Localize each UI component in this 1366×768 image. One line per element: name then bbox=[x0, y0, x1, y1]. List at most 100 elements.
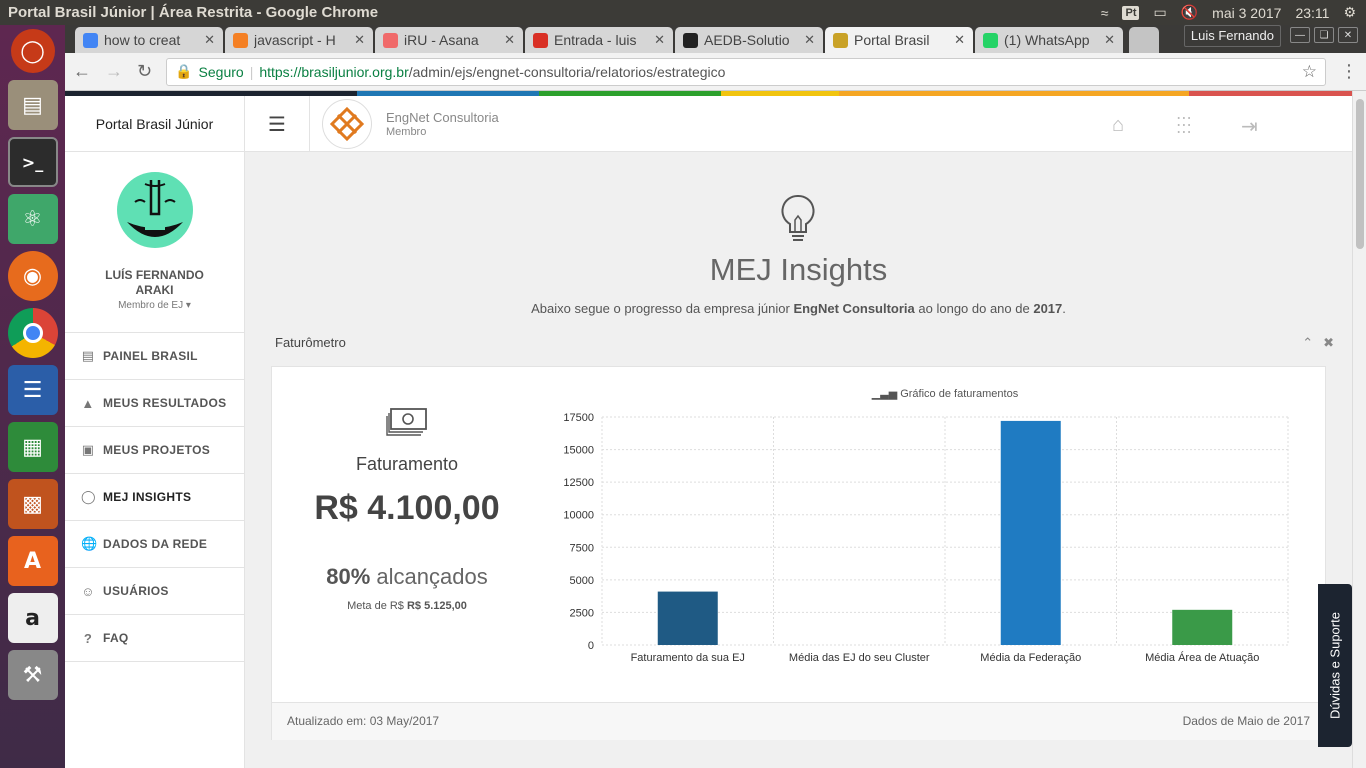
tab-close-icon[interactable]: ✕ bbox=[654, 32, 665, 48]
menu-kebab-icon[interactable]: ⋮ bbox=[1340, 61, 1358, 82]
time-label[interactable]: 23:11 bbox=[1295, 5, 1329, 21]
volume-muted-icon[interactable]: 🔇 bbox=[1181, 4, 1198, 21]
sidebar: Portal Brasil Júnior LUÍS FERNANDO ARAKI… bbox=[65, 96, 245, 768]
profile-button[interactable]: Luis Fernando bbox=[1183, 25, 1281, 47]
date-label[interactable]: mai 3 2017 bbox=[1212, 5, 1281, 21]
tab-close-icon[interactable]: ✕ bbox=[354, 32, 365, 48]
tab-close-icon[interactable]: ✕ bbox=[804, 32, 815, 48]
wifi-icon[interactable]: ≈ bbox=[1101, 5, 1109, 21]
calc-icon[interactable]: ▦ bbox=[7, 422, 58, 472]
browser-tab[interactable]: AEDB-Solutio ✕ bbox=[675, 27, 823, 53]
keyboard-language-indicator[interactable]: Pt bbox=[1122, 5, 1140, 20]
stackoverflow-icon bbox=[233, 32, 248, 48]
panel-title: Faturômetro bbox=[275, 335, 346, 350]
sidebar-item-meus-resultados[interactable]: ▲ MEUS RESULTADOS bbox=[65, 380, 244, 427]
tab-close-icon[interactable]: ✕ bbox=[204, 32, 215, 48]
os-top-bar: Portal Brasil Júnior | Área Restrita - G… bbox=[0, 0, 1366, 25]
y-tick-label: 7500 bbox=[570, 542, 594, 554]
hamburger-menu-icon[interactable]: ☰ bbox=[245, 96, 310, 152]
atom-icon[interactable]: ⚛ bbox=[7, 194, 58, 244]
money-icon bbox=[272, 407, 542, 440]
battery-icon[interactable]: ▭ bbox=[1153, 4, 1166, 21]
tab-close-icon[interactable]: ✕ bbox=[504, 32, 515, 48]
panel-close-icon[interactable]: ✖ bbox=[1323, 335, 1334, 351]
terminal-icon[interactable]: >_ bbox=[7, 137, 58, 187]
amazon-icon[interactable]: a bbox=[7, 593, 58, 643]
sidebar-item-label: MEUS PROJETOS bbox=[103, 443, 211, 457]
rocket-icon: ▲ bbox=[81, 395, 95, 411]
files-icon[interactable]: ▤ bbox=[7, 80, 58, 130]
y-tick-label: 0 bbox=[588, 640, 594, 652]
omnibox[interactable]: 🔒 Seguro | https://brasiljunior.org.br/a… bbox=[166, 57, 1326, 86]
user-box: LUÍS FERNANDO ARAKI Membro de EJ ▾ bbox=[65, 152, 244, 333]
x-tick-label: Faturamento da sua EJ bbox=[631, 652, 745, 664]
page-subtitle: Abaixo segue o progresso da empresa júni… bbox=[531, 301, 1066, 316]
sidebar-item-label: USUÁRIOS bbox=[103, 584, 169, 598]
sidebar-item-meus-projetos[interactable]: ▣ MEUS PROJETOS bbox=[65, 427, 244, 474]
apps-grid-icon[interactable]: ⋯ ⋯ ⋯ bbox=[1176, 111, 1192, 141]
whatsapp-icon bbox=[983, 32, 998, 48]
page-scrollbar[interactable] bbox=[1352, 91, 1366, 768]
software-center-icon[interactable]: A bbox=[7, 536, 58, 586]
sidebar-item-label: FAQ bbox=[103, 631, 129, 645]
settings-icon[interactable]: ⚒ bbox=[7, 650, 58, 700]
home-icon[interactable]: ⌂ bbox=[1112, 114, 1124, 137]
goal-meta: Meta de R$ R$ 5.125,00 bbox=[347, 600, 467, 612]
avatar[interactable] bbox=[116, 172, 193, 248]
sidebar-item-faq[interactable]: ? FAQ bbox=[65, 615, 244, 662]
ubuntu-icon[interactable]: ◯ bbox=[10, 29, 55, 73]
tab-close-icon[interactable]: ✕ bbox=[1104, 32, 1115, 48]
logout-icon[interactable]: ⇥ bbox=[1241, 114, 1258, 139]
brand-title[interactable]: Portal Brasil Júnior bbox=[65, 96, 244, 152]
tab-close-icon[interactable]: ✕ bbox=[954, 32, 965, 48]
y-tick-label: 5000 bbox=[570, 575, 594, 587]
impress-icon[interactable]: ▩ bbox=[7, 479, 58, 529]
main-content: MEJ Insights Abaixo segue o progresso da… bbox=[245, 152, 1352, 768]
forward-icon[interactable]: → bbox=[105, 61, 123, 82]
lightbulb-icon bbox=[780, 194, 816, 249]
sidebar-item-dados-da-rede[interactable]: 🌐 DADOS DA REDE bbox=[65, 521, 244, 568]
chart-bar bbox=[1172, 609, 1233, 645]
minimize-icon[interactable]: — bbox=[1290, 27, 1310, 43]
panel-footer: Atualizado em: 03 May/2017 Dados de Maio… bbox=[272, 702, 1325, 740]
back-icon[interactable]: ← bbox=[73, 61, 91, 82]
reload-icon[interactable]: ↻ bbox=[137, 61, 152, 82]
lightbulb-icon: ◯ bbox=[81, 489, 96, 504]
globe-icon: 🌐 bbox=[81, 536, 98, 551]
new-tab-button[interactable] bbox=[1129, 27, 1159, 53]
support-button[interactable]: Dúvidas e Suporte bbox=[1318, 584, 1352, 747]
y-tick-label: 10000 bbox=[563, 510, 594, 522]
browser-tab[interactable]: iRU - Asana ✕ bbox=[375, 27, 523, 53]
writer-icon[interactable]: ☰ bbox=[7, 365, 58, 415]
chart-title: ▁▃▅ Gráfico de faturamentos bbox=[871, 388, 1019, 400]
y-tick-label: 17500 bbox=[563, 412, 594, 424]
chrome-icon[interactable] bbox=[7, 308, 58, 358]
collapse-icon[interactable]: ⌃ bbox=[1302, 335, 1313, 351]
url-path: /admin/ejs/engnet-consultoria/relatorios… bbox=[408, 63, 726, 80]
browser-tab[interactable]: Entrada - luis ✕ bbox=[525, 27, 673, 53]
sidebar-item-usuários[interactable]: ☺ USUÁRIOS bbox=[65, 568, 244, 615]
system-gear-icon[interactable]: ⚙ bbox=[1343, 4, 1356, 21]
address-bar-row: ← → ↻ 🔒 Seguro | https://brasiljunior.or… bbox=[65, 53, 1366, 91]
y-tick-label: 2500 bbox=[570, 607, 594, 619]
close-icon[interactable]: ✕ bbox=[1338, 27, 1358, 43]
chart-bar bbox=[657, 591, 718, 645]
browser-tab[interactable]: how to creat ✕ bbox=[75, 27, 223, 53]
ej-role: Membro bbox=[386, 126, 427, 138]
browser-tab[interactable]: Portal Brasil ✕ bbox=[825, 27, 973, 53]
caret-down-icon: ▾ bbox=[185, 300, 191, 311]
browser-tab[interactable]: (1) WhatsApp ✕ bbox=[975, 27, 1123, 53]
bookmark-star-icon[interactable]: ☆ bbox=[1302, 62, 1317, 82]
sidebar-item-mej-insights[interactable]: ◯ MEJ INSIGHTS bbox=[65, 474, 244, 521]
faturamento-chart: ▁▃▅ Gráfico de faturamentos 0 2500 5000 7500… bbox=[563, 388, 1289, 664]
ubuntu-launcher: ◯ ▤ >_ ⚛ ◉ ☰ ▦ ▩ A a ⚒ bbox=[0, 25, 65, 768]
browser-tab[interactable]: javascript - H ✕ bbox=[225, 27, 373, 53]
sidebar-item-painel-brasil[interactable]: ▤ PAINEL BRASIL bbox=[65, 333, 244, 380]
user-role-dropdown[interactable]: Membro de EJ ▾ bbox=[65, 300, 244, 311]
ej-logo bbox=[322, 99, 372, 149]
firefox-icon[interactable]: ◉ bbox=[7, 251, 58, 301]
tab-strip: how to creat ✕ javascript - H ✕ iRU - Asana ✕… bbox=[65, 25, 1366, 53]
restore-icon[interactable]: ❏ bbox=[1314, 27, 1334, 43]
ej-name: EngNet Consultoria bbox=[386, 110, 499, 125]
google-icon bbox=[83, 32, 98, 48]
